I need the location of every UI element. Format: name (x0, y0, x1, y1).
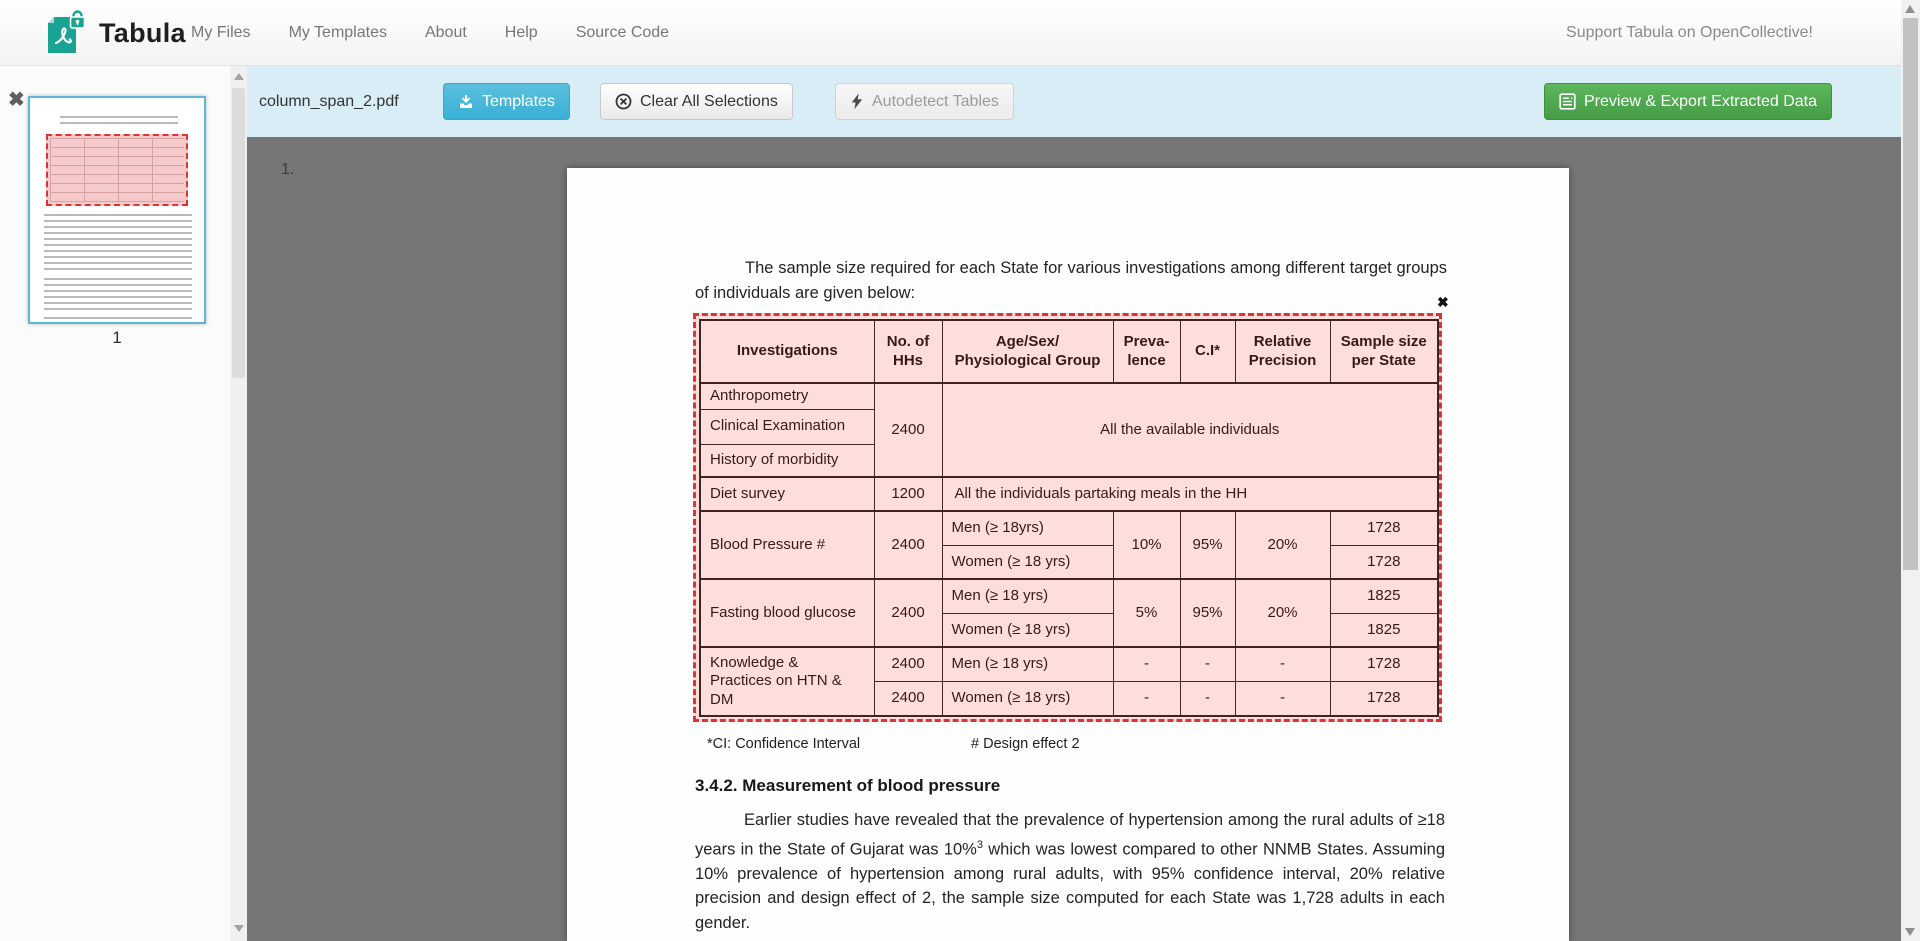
export-button-label: Preview & Export Extracted Data (1584, 93, 1817, 111)
support-link[interactable]: Support Tabula on OpenCollective! (1566, 0, 1813, 66)
nav-item-my-files[interactable]: My Files (191, 24, 251, 42)
window-scrollbar[interactable] (1901, 0, 1920, 941)
brand-title: Tabula (99, 18, 186, 49)
thumbnail-footer-line (44, 317, 192, 320)
thumbnail-text-lines (44, 214, 192, 272)
brand[interactable]: Tabula (45, 10, 186, 56)
pdf-intro-paragraph: The sample size required for each State … (695, 256, 1447, 306)
thumbnail-text-lines (60, 116, 178, 128)
section-heading: 3.4.2. Measurement of blood pressure (695, 776, 1000, 796)
footnote-design-effect: # Design effect 2 (971, 736, 1080, 752)
remove-page-icon[interactable]: ✖ (8, 90, 25, 110)
export-data-icon (1559, 93, 1576, 110)
sidebar-scrollbar[interactable] (230, 66, 247, 941)
templates-button[interactable]: Templates (443, 83, 570, 120)
tabula-logo-icon (45, 10, 87, 56)
thumbnail-page-number: 1 (28, 328, 206, 348)
autodetect-tables-button[interactable]: Autodetect Tables (835, 83, 1014, 120)
nav-item-source-code[interactable]: Source Code (576, 24, 669, 42)
sidebar-scrollbar-thumb[interactable] (232, 88, 245, 378)
templates-icon (458, 94, 474, 110)
pdf-page-1[interactable]: The sample size required for each State … (567, 168, 1569, 941)
thumbnail-selection-grid (50, 138, 184, 202)
clear-button-label: Clear All Selections (640, 93, 778, 111)
nav-item-help[interactable]: Help (505, 24, 538, 42)
window-scrollbar-thumb[interactable] (1903, 18, 1918, 570)
table-selection-box[interactable] (693, 313, 1442, 722)
clear-selections-icon (615, 93, 632, 110)
scroll-up-icon[interactable] (234, 73, 244, 80)
nav-item-my-templates[interactable]: My Templates (289, 24, 387, 42)
autodetect-button-label: Autodetect Tables (872, 93, 999, 111)
pdf-workspace: 1. The sample size required for each Sta… (247, 137, 1901, 941)
document-filename: column_span_2.pdf (259, 66, 399, 137)
top-navbar: Tabula My Files My Templates About Help … (0, 0, 1901, 66)
thumbnail-text-lines (44, 278, 192, 312)
scroll-down-icon[interactable] (234, 925, 244, 932)
templates-button-label: Templates (482, 93, 555, 111)
page-number-label: 1. (281, 161, 294, 179)
pdf-body-paragraph: Earlier studies have revealed that the p… (695, 808, 1445, 935)
page-1-thumbnail[interactable] (28, 96, 206, 324)
page-thumbnail-sidebar: ✖ 1 (0, 66, 230, 941)
preview-export-button[interactable]: Preview & Export Extracted Data (1544, 83, 1832, 120)
clear-all-selections-button[interactable]: Clear All Selections (600, 83, 793, 120)
scroll-down-icon[interactable] (1905, 928, 1915, 936)
scroll-up-icon[interactable] (1905, 5, 1915, 13)
tabula-app: Tabula My Files My Templates About Help … (0, 0, 1920, 941)
footnote-ci: *CI: Confidence Interval (707, 736, 860, 752)
document-toolbar: column_span_2.pdf Templates Clear All Se… (247, 66, 1901, 137)
thumbnail-selection-overlay (46, 134, 188, 206)
nav-item-about[interactable]: About (425, 24, 467, 42)
lightning-bolt-icon (850, 93, 864, 110)
delete-selection-icon[interactable]: ✖ (1437, 295, 1449, 309)
nav-menu: My Files My Templates About Help Source … (191, 0, 669, 66)
